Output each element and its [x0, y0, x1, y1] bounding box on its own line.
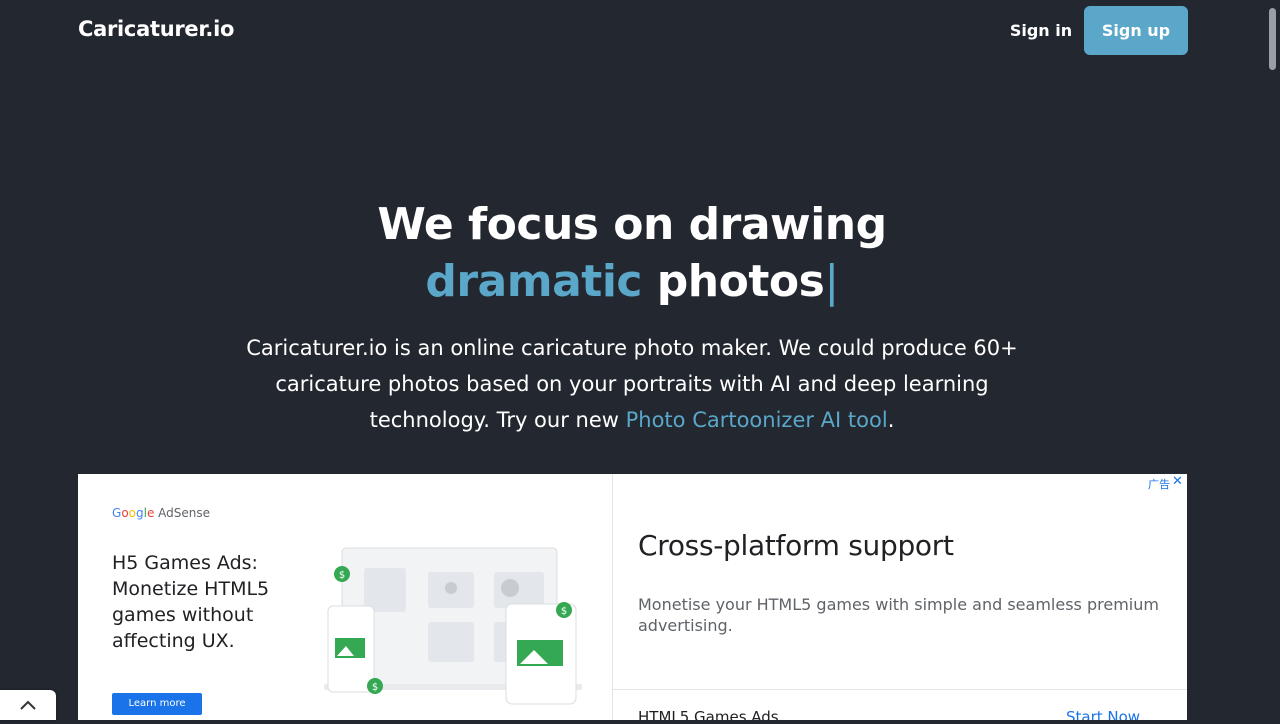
ad-headline: H5 Games Ads: Monetize HTML5 games witho…: [112, 550, 302, 654]
ad-headline-rest: Monetize HTML5 games without affecting U…: [112, 578, 270, 652]
svg-text:$: $: [339, 570, 345, 581]
google-adsense-logo: Google AdSense: [112, 506, 210, 520]
ad-footer-link[interactable]: Start Now: [1066, 708, 1140, 720]
learn-more-button[interactable]: Learn more: [112, 693, 202, 715]
google-logo-letter: G: [112, 506, 122, 520]
hero-title-rest: photos: [641, 256, 825, 307]
hero-title-accent: dramatic: [425, 256, 642, 307]
hero-description-end: .: [887, 408, 895, 432]
ad-headline-bold: H5 Games Ads:: [112, 552, 258, 574]
advertisement-banner[interactable]: Google AdSense H5 Games Ads: Monetize HT…: [78, 474, 1187, 720]
google-logo-letter: o: [121, 506, 129, 520]
ad-creative-panel[interactable]: Google AdSense H5 Games Ads: Monetize HT…: [78, 474, 612, 720]
top-navigation: Caricaturer.io Sign in Sign up: [0, 0, 1265, 62]
scrollbar-thumb[interactable]: [1269, 8, 1276, 70]
ad-choices-label[interactable]: 广告: [1148, 476, 1170, 492]
hero-title-line1: We focus on drawing: [377, 199, 887, 250]
back-to-top-button[interactable]: [0, 690, 56, 720]
close-icon[interactable]: ✕: [1172, 474, 1183, 489]
typing-cursor: |: [824, 256, 839, 307]
google-logo-letter: g: [136, 506, 144, 520]
ad-body: Monetise your HTML5 games with simple an…: [638, 595, 1159, 635]
sign-up-button[interactable]: Sign up: [1084, 6, 1188, 55]
google-logo-letter: o: [128, 506, 136, 520]
ad-separator: [613, 689, 1187, 690]
svg-text:$: $: [561, 606, 567, 617]
svg-text:$: $: [372, 682, 378, 693]
devices-illustration: $ $ $: [324, 547, 582, 705]
sign-in-link[interactable]: Sign in: [1008, 19, 1074, 43]
hero-title-line2: dramatic photos|: [300, 253, 964, 310]
hero-title: We focus on drawing dramatic photos|: [300, 196, 964, 310]
ad-footer-text: HTML5 Games Ads: [638, 708, 779, 720]
photo-cartoonizer-link[interactable]: Photo Cartoonizer AI tool: [626, 408, 888, 432]
chevron-up-icon: [20, 700, 36, 710]
adsense-product-name: AdSense: [154, 506, 211, 520]
ad-title[interactable]: Cross-platform support: [638, 529, 954, 562]
ad-divider: [612, 474, 613, 720]
scrollbar-track[interactable]: [1265, 0, 1280, 720]
site-logo[interactable]: Caricaturer.io: [78, 17, 234, 41]
hero-description: Caricaturer.io is an online caricature p…: [232, 330, 1032, 438]
